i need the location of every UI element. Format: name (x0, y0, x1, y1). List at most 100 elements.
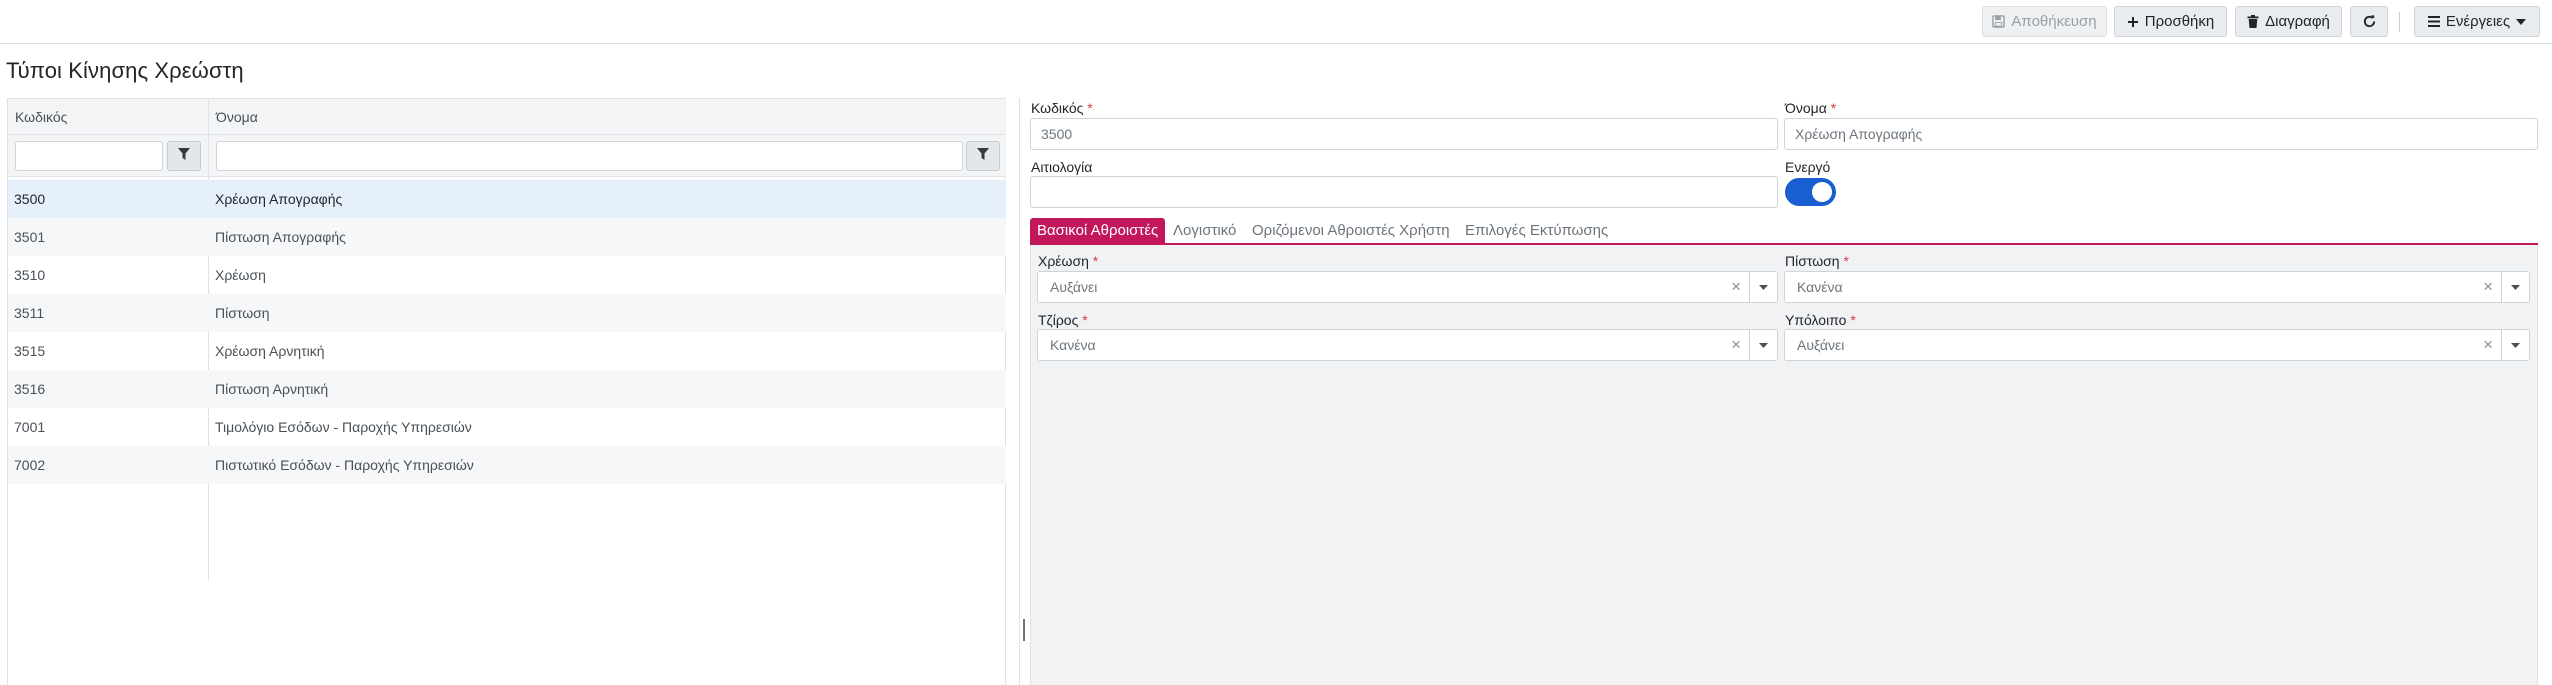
row-name-cell: Χρέωση (215, 267, 266, 283)
balance-label-text: Υπόλοιπο (1785, 312, 1847, 328)
table-row[interactable]: 7002 Πιστωτικό Εσόδων - Παροχής Υπηρεσιών (8, 446, 1006, 484)
active-toggle[interactable] (1785, 178, 1836, 206)
active-toggle-label: Ενεργό (1785, 159, 1831, 175)
save-button[interactable]: Αποθήκευση (1982, 6, 2107, 37)
grid-filter-row (8, 135, 1006, 177)
records-grid: Κωδικός Όνομα 3500 Χρέωση Απογραφής 3501 Πί… (7, 98, 1006, 685)
row-name-cell: Τιμολόγιο Εσόδων - Παροχής Υπηρεσιών (215, 419, 472, 435)
chevron-down-icon[interactable] (1749, 330, 1777, 360)
add-button-label: Προσθήκη (2144, 13, 2215, 30)
filter-icon (178, 147, 190, 165)
tab-panel-basic-totals (1030, 245, 2538, 685)
chevron-down-icon[interactable] (1749, 272, 1777, 302)
table-row[interactable]: 3501 Πίστωση Απογραφής (8, 218, 1006, 256)
balance-select-value: Αυξάνει (1797, 337, 1845, 353)
row-name-cell: Πίστωση (215, 305, 270, 321)
row-code-cell: 7002 (14, 457, 46, 473)
row-name-cell: Χρέωση Απογραφής (215, 191, 343, 207)
grid-header: Κωδικός Όνομα (8, 98, 1006, 135)
debit-select-value: Αυξάνει (1050, 279, 1098, 295)
panel-splitter[interactable] (1019, 98, 1020, 685)
filter-icon (977, 147, 989, 165)
chevron-down-icon[interactable] (2501, 330, 2529, 360)
table-row[interactable]: 3510 Χρέωση (8, 256, 1006, 294)
column-header-code[interactable]: Κωδικός (8, 99, 208, 135)
table-row[interactable]: 3516 Πίστωση Αρνητική (8, 370, 1006, 408)
name-field-label: Όνομα * (1785, 100, 1836, 116)
table-row[interactable]: 3500 Χρέωση Απογραφής (8, 180, 1006, 218)
balance-select[interactable]: Αυξάνει × (1784, 329, 2530, 361)
credit-field-label: Πίστωση * (1785, 253, 1849, 269)
row-name-cell: Πιστωτικό Εσόδων - Παροχής Υπηρεσιών (215, 457, 474, 473)
toolbar: Αποθήκευση Προσθήκη Διαγραφή Ενέργειες (0, 0, 2552, 44)
credit-label-text: Πίστωση (1785, 253, 1840, 269)
clear-icon[interactable]: × (2483, 272, 2493, 302)
required-mark: * (1082, 312, 1088, 328)
floppy-disk-icon (1992, 15, 2006, 28)
table-row[interactable]: 7001 Τιμολόγιο Εσόδων - Παροχής Υπηρεσιών (8, 408, 1006, 446)
delete-button-label: Διαγραφή (2265, 13, 2330, 30)
row-code-cell: 3511 (14, 305, 45, 321)
tab-user-defined-totals[interactable]: Οριζόμενοι Αθροιστές Χρήστη (1245, 218, 1457, 244)
toolbar-separator (2399, 12, 2400, 32)
required-mark: * (1843, 253, 1849, 269)
table-row[interactable]: 3515 Χρέωση Αρνητική (8, 332, 1006, 370)
code-field[interactable]: 3500 (1030, 118, 1778, 150)
caret-down-icon (2516, 18, 2527, 25)
row-name-cell: Πίστωση Αρνητική (215, 381, 329, 397)
row-code-cell: 3500 (14, 191, 46, 207)
delete-button[interactable]: Διαγραφή (2235, 6, 2342, 37)
row-code-cell: 3501 (14, 229, 46, 245)
actions-dropdown-button[interactable]: Ενέργειες (2414, 6, 2540, 37)
code-label-text: Κωδικός (1031, 100, 1084, 116)
tab-print-options[interactable]: Επιλογές Εκτύπωσης (1458, 218, 1615, 244)
code-filter-button[interactable] (167, 141, 201, 171)
row-code-cell: 7001 (14, 419, 46, 435)
reason-field[interactable] (1030, 176, 1778, 208)
save-button-label: Αποθήκευση (2011, 13, 2097, 30)
debit-label-text: Χρέωση (1038, 253, 1089, 269)
row-name-cell: Πίστωση Απογραφής (215, 229, 346, 245)
required-mark: * (1092, 253, 1099, 269)
clear-icon[interactable]: × (1731, 272, 1741, 302)
turnover-field-label: Τζίρος * (1038, 312, 1088, 328)
row-code-cell: 3515 (14, 343, 46, 359)
code-field-label: Κωδικός * (1031, 100, 1093, 116)
trash-icon (2247, 15, 2259, 28)
toggle-knob (1812, 182, 1832, 202)
clear-icon[interactable]: × (2483, 330, 2493, 360)
tab-basic-totals[interactable]: Βασικοί Αθροιστές (1030, 218, 1166, 244)
required-mark: * (1087, 100, 1093, 116)
column-header-name[interactable]: Όνομα (209, 99, 999, 135)
required-mark: * (1850, 312, 1856, 328)
add-button[interactable]: Προσθήκη (2114, 6, 2227, 37)
credit-select-value: Κανένα (1797, 279, 1843, 295)
turnover-label-text: Τζίρος (1038, 312, 1079, 328)
clear-icon[interactable]: × (1731, 330, 1741, 360)
turnover-select[interactable]: Κανένα × (1037, 329, 1778, 361)
debit-select[interactable]: Αυξάνει × (1037, 271, 1778, 303)
row-name-cell: Χρέωση Αρνητική (215, 343, 325, 359)
name-label-text: Όνομα (1785, 100, 1827, 116)
name-filter-input[interactable] (216, 141, 963, 171)
required-mark: * (1830, 100, 1837, 116)
page-title: Τύποι Κίνησης Χρεώστη (6, 58, 244, 83)
splitter-handle[interactable] (1023, 619, 1025, 641)
balance-field-label: Υπόλοιπο * (1785, 312, 1856, 328)
credit-select[interactable]: Κανένα × (1784, 271, 2530, 303)
row-code-cell: 3510 (14, 267, 46, 283)
row-code-cell: 3516 (14, 381, 46, 397)
refresh-icon (2362, 14, 2377, 29)
chevron-down-icon[interactable] (2501, 272, 2529, 302)
code-filter-input[interactable] (15, 141, 163, 171)
tab-bar: Βασικοί Αθροιστές Λογιστικό Οριζόμενοι Α… (1030, 218, 2538, 244)
name-filter-button[interactable] (966, 141, 1000, 171)
plus-icon (2127, 16, 2139, 28)
debit-field-label: Χρέωση * (1038, 253, 1098, 269)
table-row[interactable]: 3511 Πίστωση (8, 294, 1006, 332)
turnover-select-value: Κανένα (1050, 337, 1096, 353)
actions-button-label: Ενέργειες (2445, 13, 2511, 30)
refresh-button[interactable] (2350, 6, 2388, 37)
name-field[interactable]: Χρέωση Απογραφής (1784, 118, 2538, 150)
tab-accounting[interactable]: Λογιστικό (1166, 218, 1243, 244)
